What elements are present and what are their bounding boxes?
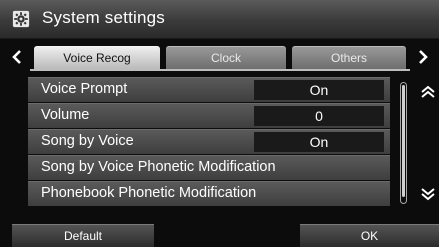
setting-row-volume[interactable]: Volume 0 [28, 103, 390, 128]
title-bar: System settings [0, 0, 439, 39]
setting-label: Song by Voice Phonetic Modification [41, 159, 276, 175]
setting-label: Voice Prompt [41, 81, 128, 97]
chevron-right-icon [419, 50, 428, 64]
setting-value: On [254, 132, 384, 152]
setting-label: Phonebook Phonetic Modification [41, 185, 257, 201]
tab-bar: Voice Recog Clock Others [0, 44, 439, 70]
tab-next-button[interactable] [412, 44, 434, 70]
page-title: System settings [42, 8, 165, 27]
ok-button[interactable]: OK [300, 224, 439, 247]
setting-row-phonebook-phonetic[interactable]: Phonebook Phonetic Modification [28, 181, 390, 206]
setting-value: 0 [254, 106, 384, 126]
default-button[interactable]: Default [12, 224, 154, 247]
double-chevron-down-icon[interactable] [420, 186, 436, 202]
tab-prev-button[interactable] [6, 44, 28, 70]
system-settings-screen: System settings Voice Recog Clock Others… [0, 0, 439, 247]
setting-row-song-by-voice[interactable]: Song by Voice On [28, 129, 390, 154]
tab-voice-recog[interactable]: Voice Recog [34, 46, 160, 70]
setting-row-song-phonetic[interactable]: Song by Voice Phonetic Modification [28, 155, 390, 180]
chevron-left-icon [12, 50, 21, 64]
tab-others[interactable]: Others [292, 46, 406, 70]
setting-label: Volume [41, 107, 90, 123]
setting-value: On [254, 80, 384, 100]
tab-underline [30, 69, 410, 71]
scrollbar-thumb[interactable] [402, 85, 405, 197]
tab-clock[interactable]: Clock [166, 46, 286, 70]
setting-label: Song by Voice [41, 133, 134, 149]
gear-icon [12, 10, 30, 28]
double-chevron-up-icon[interactable] [420, 84, 436, 100]
setting-row-voice-prompt[interactable]: Voice Prompt On [28, 77, 390, 102]
scrollbar[interactable] [400, 82, 407, 204]
